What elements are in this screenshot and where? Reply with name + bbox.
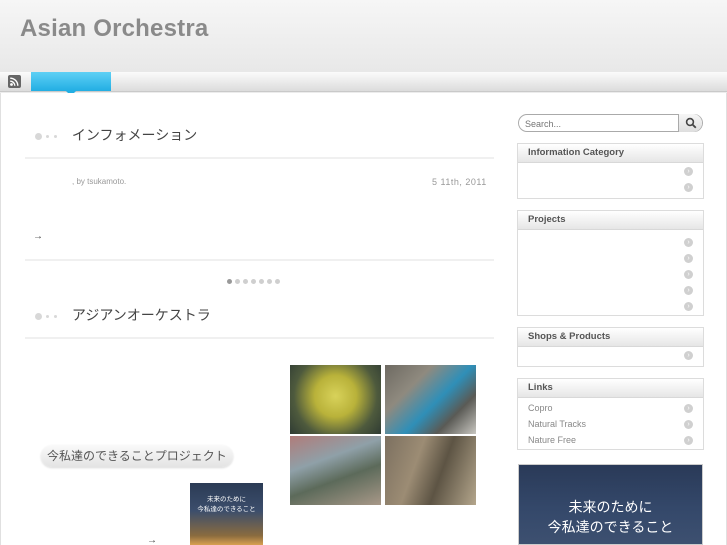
project-button[interactable]: 今私達のできることプロジェクト [41, 445, 233, 467]
widget-information-category: Information Category › › [517, 143, 704, 199]
poster-text: 未来のために 今私達のできること [190, 495, 263, 515]
chevron-right-icon: › [684, 254, 693, 263]
nav-tab-active[interactable] [31, 72, 111, 91]
banner-text: 未来のために 今私達のできること [519, 498, 702, 538]
project-item[interactable]: › [518, 282, 703, 298]
widget-title: Links [518, 379, 703, 398]
pager-dot[interactable] [235, 279, 240, 284]
bullet-dot-icon [46, 134, 49, 138]
pager-dot[interactable] [259, 279, 264, 284]
search-button[interactable] [678, 114, 702, 132]
project-poster-image[interactable]: 未来のために 今私達のできること [190, 483, 263, 545]
project-item[interactable]: › [518, 266, 703, 282]
category-item[interactable]: › [518, 179, 703, 195]
widget-title: Shops & Products [518, 328, 703, 347]
poster-line-2: 今私達のできること [197, 506, 256, 513]
pager-dot[interactable] [227, 279, 232, 284]
banner-line-1: 未来のために [568, 500, 653, 516]
read-more-link[interactable]: → [33, 231, 43, 242]
bullet-dot-icon [35, 132, 42, 140]
site-title[interactable]: Asian Orchestra [20, 15, 208, 43]
pager-dot[interactable] [251, 279, 256, 284]
widget-links: Links Copro › Natural Tracks › Nature Free… [517, 378, 704, 450]
chevron-right-icon: › [684, 286, 693, 295]
project-banner[interactable]: 未来のために 今私達のできること [518, 464, 703, 545]
photo-materials[interactable] [290, 436, 381, 505]
post-title-text: アジアンオーケストラ [71, 307, 211, 323]
link-item-copro[interactable]: Copro › [518, 400, 703, 416]
project-item[interactable]: › [518, 250, 703, 266]
chevron-right-icon: › [684, 302, 693, 311]
photo-workers[interactable] [385, 365, 476, 434]
photo-yarn[interactable] [290, 365, 381, 434]
post-title-asian-orchestra[interactable]: アジアンオーケストラ [35, 305, 211, 325]
chevron-right-icon: › [684, 436, 693, 445]
chevron-right-icon: › [684, 270, 693, 279]
bullet-dot-icon [54, 134, 57, 138]
link-label: Copro [528, 403, 553, 413]
chevron-right-icon: › [684, 420, 693, 429]
read-more-link[interactable]: → [147, 535, 157, 545]
widget-projects: Projects › › › › › [517, 210, 704, 316]
chevron-right-icon: › [684, 404, 693, 413]
link-item-natural-tracks[interactable]: Natural Tracks › [518, 416, 703, 432]
post-title-information[interactable]: インフォメーション [35, 125, 197, 145]
shop-item[interactable]: › [518, 347, 703, 363]
link-item-nature-free[interactable]: Nature Free › [518, 432, 703, 448]
search-icon [685, 117, 697, 129]
poster-line-1: 未来のために [207, 496, 246, 503]
divider [25, 157, 494, 159]
site-header: Asian Orchestra [0, 0, 727, 72]
pager-dot[interactable] [275, 279, 280, 284]
search-box [518, 114, 703, 132]
post-author: , by tsukamoto. [72, 177, 127, 186]
main-content: インフォメーション , by tsukamoto. 5 11th, 2011 →… [0, 93, 727, 545]
rss-icon[interactable] [8, 75, 21, 88]
pager-dot[interactable] [243, 279, 248, 284]
photo-loom[interactable] [385, 436, 476, 505]
chevron-right-icon: › [684, 238, 693, 247]
divider [25, 259, 494, 261]
post-date: 5 11th, 2011 [432, 177, 487, 187]
category-item[interactable]: › [518, 163, 703, 179]
link-label: Nature Free [528, 435, 577, 445]
project-item[interactable]: › [518, 298, 703, 314]
bullet-dot-icon [46, 314, 49, 318]
bullet-dot-icon [35, 312, 42, 320]
bullet-dot-icon [54, 314, 57, 318]
post-title-text: インフォメーション [71, 127, 198, 143]
nav-bar [0, 72, 727, 96]
project-item[interactable]: › [518, 234, 703, 250]
banner-line-2: 今私達のできること [547, 520, 674, 536]
divider [25, 337, 494, 339]
widget-title: Information Category [518, 144, 703, 163]
search-input[interactable] [525, 117, 675, 130]
chevron-right-icon: › [684, 167, 693, 176]
slider-pager [227, 279, 280, 284]
chevron-right-icon: › [684, 183, 693, 192]
pager-dot[interactable] [267, 279, 272, 284]
widget-title: Projects [518, 211, 703, 230]
widget-shops-products: Shops & Products › [517, 327, 704, 367]
link-label: Natural Tracks [528, 419, 587, 429]
chevron-right-icon: › [684, 351, 693, 360]
